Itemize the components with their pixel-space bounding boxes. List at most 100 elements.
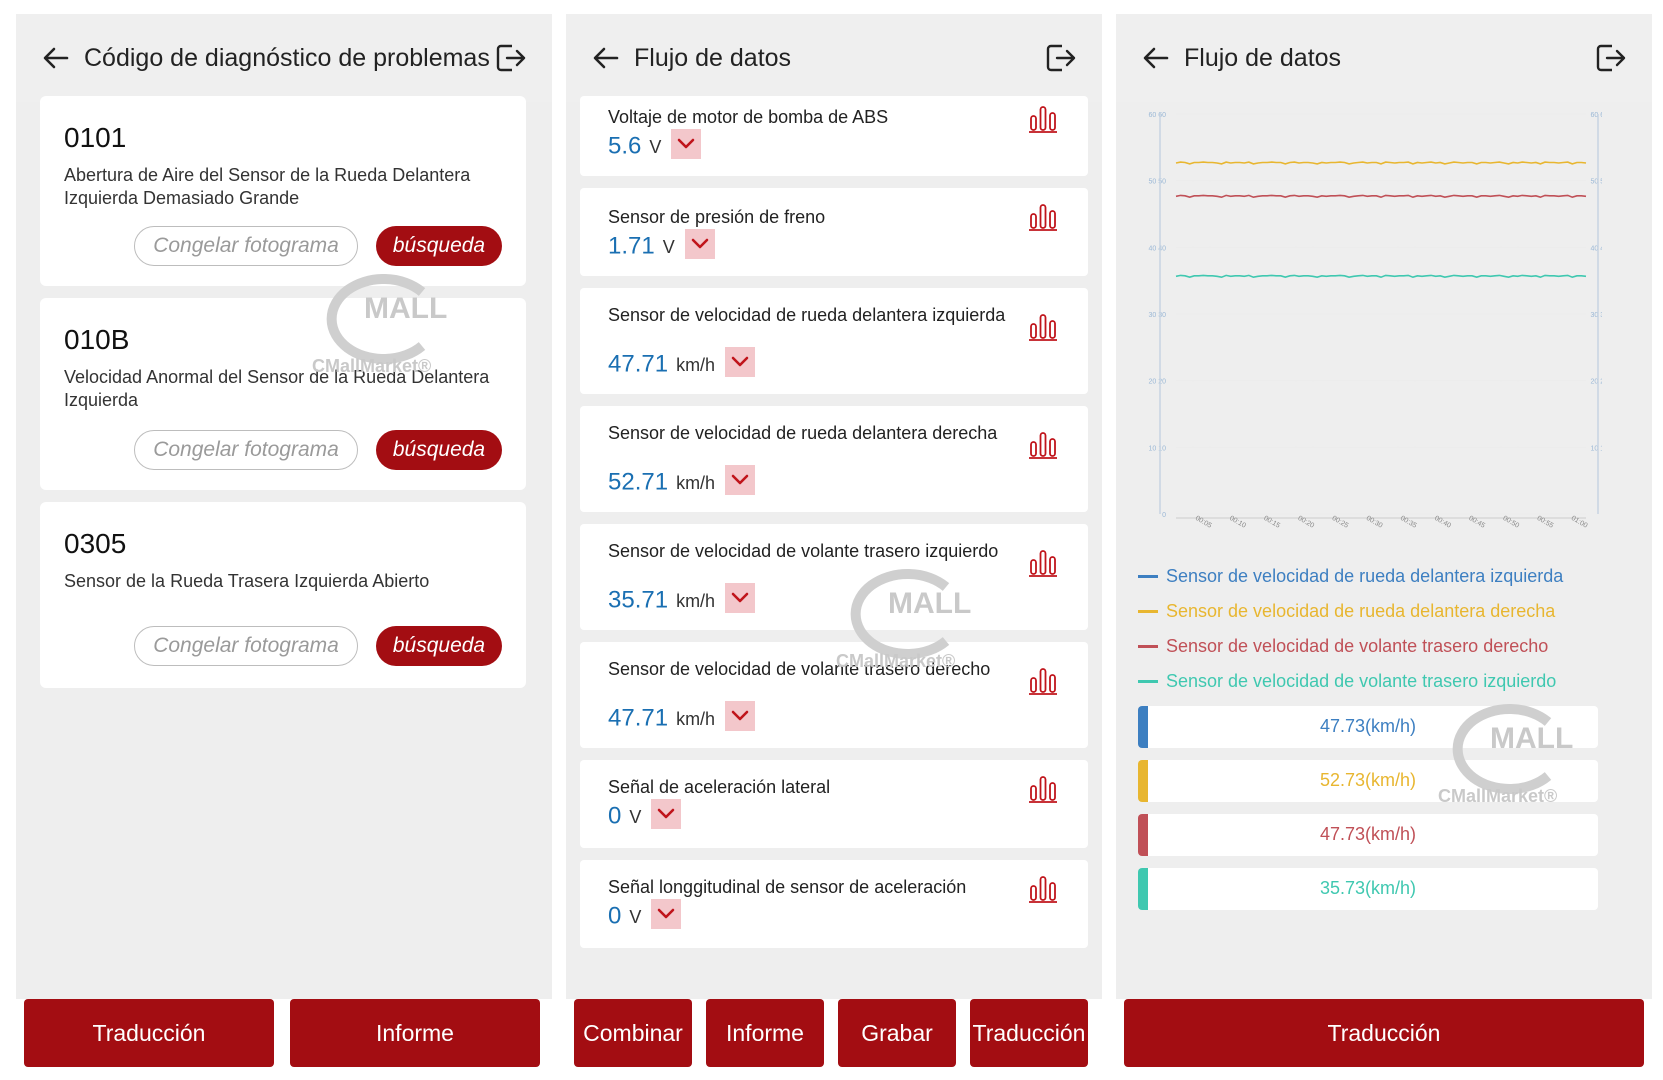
exit-icon[interactable] — [488, 36, 532, 80]
parameter-value: 47.71 — [608, 350, 669, 378]
y-tick-label-left: 30 30 — [1148, 312, 1166, 319]
back-arrow-icon[interactable] — [586, 38, 626, 78]
record-button[interactable]: Grabar — [838, 999, 956, 1067]
report-button[interactable]: Informe — [290, 999, 540, 1067]
legend-item: Sensor de velocidad de volante trasero i… — [1138, 671, 1556, 692]
y-tick-label-left: 40 40 — [1148, 245, 1166, 252]
back-arrow-icon[interactable] — [1136, 38, 1176, 78]
dtc-description: Velocidad Anormal del Sensor de la Rueda… — [64, 367, 490, 410]
x-tick-label: 00:25 — [1331, 515, 1350, 530]
data-stream-row[interactable]: Señal longgitudinal de sensor de acelera… — [580, 860, 1088, 948]
legend-label: Sensor de velocidad de rueda delantera d… — [1166, 601, 1556, 621]
exit-icon[interactable] — [1038, 36, 1082, 80]
parameter-name: Sensor de velocidad de volante trasero i… — [608, 541, 999, 561]
page-title: Código de diagnóstico de problemas — [84, 44, 490, 72]
freeze-frame-button[interactable]: Congelar fotograma — [134, 226, 358, 266]
chevron-down-icon[interactable] — [725, 583, 756, 613]
bar-chart-icon[interactable] — [1028, 312, 1058, 342]
combine-button[interactable]: Combinar — [574, 999, 692, 1067]
chevron-down-icon[interactable] — [725, 465, 756, 495]
current-value: 47.73(km/h) — [1319, 824, 1417, 844]
freeze-frame-button[interactable]: Congelar fotograma — [134, 430, 358, 470]
data-stream-row[interactable]: Sensor de velocidad de rueda delantera i… — [580, 288, 1088, 394]
parameter-value-line: 47.71 km/h — [608, 347, 756, 380]
dtc-code: 0101 — [64, 122, 127, 153]
dtc-card: 0305 Sensor de la Rueda Trasera Izquierd… — [40, 502, 526, 688]
chevron-down-icon[interactable] — [684, 229, 715, 259]
bottom-bar: Combinar Informe Grabar Traducción — [566, 999, 1102, 1076]
translate-button[interactable]: Traducción — [970, 999, 1088, 1067]
chevron-down-icon[interactable] — [651, 799, 682, 829]
dtc-card: 010B Velocidad Anormal del Sensor de la … — [40, 298, 526, 490]
header: Código de diagnóstico de problemas — [16, 14, 552, 102]
parameter-name: Sensor de velocidad de volante trasero d… — [608, 659, 991, 679]
exit-icon[interactable] — [1588, 36, 1632, 80]
parameter-value-line: 0V — [608, 799, 682, 832]
data-stream-row[interactable]: Sensor de velocidad de volante trasero i… — [580, 524, 1088, 630]
y-tick-label-left: 60 60 — [1148, 112, 1166, 119]
parameter-value-line: 0V — [608, 899, 682, 932]
bar-chart-icon[interactable] — [1028, 430, 1058, 460]
parameter-value: 0 — [608, 902, 622, 930]
parameter-unit: km/h — [676, 355, 716, 376]
data-stream-row[interactable]: Señal de aceleración lateral 0 V — [580, 760, 1088, 848]
x-tick-label: 00:55 — [1536, 515, 1555, 530]
chevron-down-icon[interactable] — [671, 129, 702, 159]
back-arrow-icon[interactable] — [36, 38, 76, 78]
translate-button[interactable]: Traducción — [1124, 999, 1644, 1067]
legend-label: Sensor de velocidad de volante trasero d… — [1166, 636, 1549, 656]
parameter-value: 1.71 — [608, 232, 655, 260]
parameter-value: 52.71 — [608, 468, 669, 496]
bar-chart-icon[interactable] — [1028, 548, 1058, 578]
bar-chart-icon[interactable] — [1028, 774, 1058, 804]
legend-item: Sensor de velocidad de volante trasero d… — [1138, 636, 1548, 657]
data-stream-row[interactable]: Voltaje de motor de bomba de ABS 5.6 V — [580, 96, 1088, 176]
parameter-value-line: 47.71 km/h — [608, 701, 756, 734]
data-stream-row[interactable]: Sensor de presión de freno 1.71 V — [580, 188, 1088, 276]
parameter-value-line: 52.71 km/h — [608, 465, 756, 498]
parameter-value: 47.71 — [608, 704, 669, 732]
bar-chart-icon[interactable] — [1028, 666, 1058, 696]
legend-item: Sensor de velocidad de rueda delantera d… — [1138, 601, 1555, 622]
line-chart: 60 60 60 60 50 50 50 50 40 40 40 40 30 30 30 30… — [1148, 112, 1602, 530]
current-value: 52.73(km/h) — [1319, 770, 1417, 790]
page-title: Flujo de datos — [634, 44, 792, 72]
chevron-down-icon[interactable] — [725, 347, 756, 377]
parameter-name: Señal longgitudinal de sensor de acelera… — [608, 877, 967, 897]
chevron-down-icon[interactable] — [725, 701, 756, 731]
y-tick-label-right: 40 40 — [1590, 245, 1602, 252]
x-tick-label: 00:40 — [1433, 515, 1452, 530]
page-title: Flujo de datos — [1184, 44, 1342, 72]
parameter-value-line: 1.71 V — [608, 229, 715, 262]
parameter-unit: km/h — [676, 591, 716, 612]
search-button[interactable]: búsqueda — [376, 226, 502, 266]
current-value: 47.73(km/h) — [1319, 716, 1417, 736]
legend-label: Sensor de velocidad de rueda delantera i… — [1166, 566, 1564, 586]
bar-chart-icon[interactable] — [1028, 202, 1058, 232]
dtc-panel: Código de diagnóstico de problemas 0101 … — [16, 14, 552, 1076]
parameter-value: 35.71 — [608, 586, 669, 614]
bar-chart-icon[interactable] — [1028, 104, 1058, 134]
dtc-description: Sensor de la Rueda Trasera Izquierda Abi… — [64, 571, 430, 591]
bar-chart-icon[interactable] — [1028, 874, 1058, 904]
chevron-down-icon[interactable] — [651, 899, 682, 929]
freeze-frame-button[interactable]: Congelar fotograma — [134, 626, 358, 666]
parameter-value: 5.6 — [608, 132, 642, 160]
value-row: 47.73(km/h) — [1138, 706, 1598, 748]
report-button[interactable]: Informe — [706, 999, 824, 1067]
translate-button[interactable]: Traducción — [24, 999, 274, 1067]
dtc-card: 0101 Abertura de Aire del Sensor de la R… — [40, 96, 526, 286]
legend-swatch — [1138, 680, 1158, 683]
parameter-name: Voltaje de motor de bomba de ABS — [608, 107, 889, 127]
header: Flujo de datos — [1116, 14, 1652, 102]
parameter-name: Sensor de presión de freno — [608, 207, 826, 227]
x-tick-label: 01:00 — [1570, 515, 1589, 530]
parameter-unit: V — [649, 137, 662, 158]
search-button[interactable]: búsqueda — [376, 626, 502, 666]
x-tick-label: 00:35 — [1399, 515, 1418, 530]
legend-swatch — [1138, 645, 1158, 648]
search-button[interactable]: búsqueda — [376, 430, 502, 470]
data-stream-row[interactable]: Sensor de velocidad de rueda delantera d… — [580, 406, 1088, 512]
dtc-code: 0305 — [64, 528, 127, 559]
data-stream-row[interactable]: Sensor de velocidad de volante trasero d… — [580, 642, 1088, 748]
